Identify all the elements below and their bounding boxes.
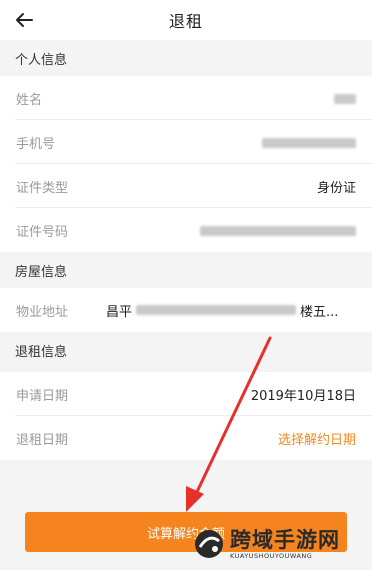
end-date-row[interactable]: 退租日期 选择解约日期 xyxy=(0,416,372,460)
address-suffix: 楼五... xyxy=(300,304,339,320)
id-number-value-redacted xyxy=(200,221,356,240)
name-value-redacted xyxy=(334,89,356,108)
address-redacted xyxy=(136,305,297,315)
end-date-label: 退租日期 xyxy=(16,432,69,448)
section-house-info: 房屋信息 xyxy=(0,252,372,288)
phone-label: 手机号 xyxy=(16,136,56,152)
section-rent-info: 退租信息 xyxy=(0,332,372,368)
watermark-logo-icon xyxy=(195,530,223,558)
address-row: 物业地址 昌平 楼五... xyxy=(0,288,372,332)
id-number-row: 证件号码 xyxy=(0,208,372,252)
name-label: 姓名 xyxy=(16,92,43,108)
id-type-value: 身份证 xyxy=(316,180,356,196)
name-row: 姓名 xyxy=(0,76,372,120)
back-arrow-icon xyxy=(16,13,33,27)
apply-date-value: 2019年10月18日 xyxy=(250,388,356,404)
phone-row: 手机号 xyxy=(0,120,372,164)
address-label: 物业地址 xyxy=(16,304,69,320)
watermark-sub: KUAYUSHOUYOUWANG xyxy=(230,552,313,560)
watermark-text: 跨域手游网 KUAYUSHOUYOUWANG xyxy=(230,528,340,560)
page-title: 退租 xyxy=(168,12,203,31)
back-button[interactable] xyxy=(10,6,38,34)
watermark: 跨域手游网 KUAYUSHOUYOUWANG xyxy=(192,520,368,568)
apply-date-row: 申请日期 2019年10月18日 xyxy=(0,372,372,416)
id-number-label: 证件号码 xyxy=(16,224,69,240)
top-bar: 退租 xyxy=(0,0,372,40)
address-prefix: 昌平 xyxy=(106,304,133,320)
address-value: 昌平 楼五... xyxy=(106,301,338,320)
phone-value-redacted xyxy=(262,133,356,152)
id-type-row: 证件类型 身份证 xyxy=(0,164,372,208)
section-personal-info: 个人信息 xyxy=(0,40,372,76)
apply-date-label: 申请日期 xyxy=(16,388,69,404)
watermark-main: 跨域手游网 xyxy=(230,528,340,552)
id-type-label: 证件类型 xyxy=(16,180,69,196)
end-date-picker[interactable]: 选择解约日期 xyxy=(278,429,356,448)
